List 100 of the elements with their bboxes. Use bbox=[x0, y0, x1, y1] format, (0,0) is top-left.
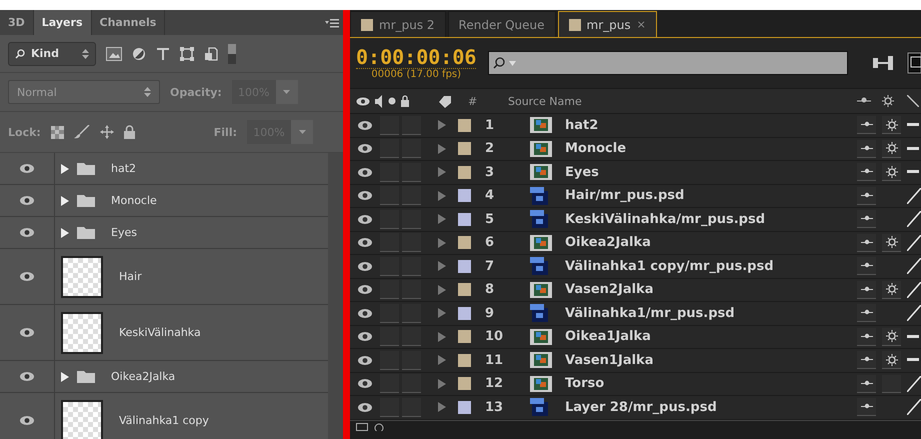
expand-triangle-icon[interactable] bbox=[438, 261, 446, 272]
solo-switch[interactable] bbox=[380, 327, 399, 346]
sun-icon[interactable] bbox=[886, 330, 898, 342]
expand-triangle-icon[interactable] bbox=[438, 190, 446, 201]
expand-triangle-icon[interactable] bbox=[61, 196, 69, 206]
timeline-layer-row[interactable]: 11 Vasen1Jalka bbox=[350, 349, 921, 372]
panel-toggle-icon[interactable] bbox=[356, 422, 368, 430]
shy-icon[interactable] bbox=[860, 332, 872, 340]
timeline-layer-row[interactable]: 10 Oikea1Jalka bbox=[350, 326, 921, 349]
layer-row[interactable]: hat2 bbox=[0, 153, 328, 185]
expand-triangle-icon[interactable] bbox=[61, 164, 69, 174]
timeline-layer-row[interactable]: 2 Monocle bbox=[350, 138, 921, 161]
solo-switch[interactable] bbox=[380, 233, 399, 252]
panel-toggle-icon[interactable] bbox=[374, 422, 386, 430]
solo-switch[interactable] bbox=[380, 304, 399, 323]
lock-switch[interactable] bbox=[402, 374, 421, 394]
adjustment-filter-icon[interactable] bbox=[132, 46, 146, 60]
layer-row[interactable]: Monocle bbox=[0, 185, 328, 217]
visibility-eye-icon[interactable] bbox=[357, 120, 373, 131]
lock-switch[interactable] bbox=[402, 350, 421, 370]
timeline-layer-row[interactable]: 9 Välinahka1/mr_pus.psd bbox=[350, 302, 921, 326]
shy-icon[interactable] bbox=[860, 309, 872, 316]
expand-triangle-icon[interactable] bbox=[438, 167, 446, 178]
lock-icon[interactable] bbox=[124, 125, 135, 139]
slash-icon[interactable] bbox=[907, 282, 921, 298]
sun-icon[interactable] bbox=[886, 283, 898, 296]
solo-switch[interactable] bbox=[380, 186, 399, 206]
visibility-eye-icon[interactable] bbox=[357, 143, 373, 154]
shy-icon[interactable] bbox=[860, 144, 872, 152]
shy-icon[interactable] bbox=[860, 286, 872, 293]
label-color-square[interactable] bbox=[458, 377, 471, 390]
label-color-square[interactable] bbox=[458, 142, 471, 156]
solo-switch[interactable] bbox=[380, 280, 399, 300]
label-color-square[interactable] bbox=[458, 400, 471, 414]
layer-row[interactable]: KeskiVälinahka bbox=[0, 305, 328, 361]
slash-icon[interactable] bbox=[907, 211, 921, 228]
sun-icon[interactable] bbox=[886, 118, 898, 131]
slash-icon[interactable] bbox=[907, 376, 921, 392]
lock-switch[interactable] bbox=[402, 233, 421, 252]
composition-tab[interactable]: mr_pus × bbox=[558, 11, 657, 37]
visibility-eye-icon[interactable] bbox=[357, 166, 373, 178]
lock-switch[interactable] bbox=[402, 116, 421, 135]
label-color-square[interactable] bbox=[458, 283, 471, 296]
composition-tab[interactable]: mr_pus 2 bbox=[350, 11, 446, 37]
visibility-eye-icon[interactable] bbox=[357, 308, 373, 319]
visibility-eye-icon[interactable] bbox=[357, 190, 373, 202]
timeline-layer-row[interactable]: 6 Oikea2Jalka bbox=[350, 232, 921, 255]
solo-switch[interactable] bbox=[380, 139, 399, 158]
label-color-square[interactable] bbox=[458, 236, 471, 250]
scrollbar-track[interactable] bbox=[328, 153, 343, 439]
expand-triangle-icon[interactable] bbox=[438, 120, 446, 130]
opacity-dropdown-button[interactable] bbox=[276, 80, 298, 104]
solo-switch[interactable] bbox=[380, 210, 399, 229]
shy-icon[interactable] bbox=[857, 97, 871, 105]
lock-switch[interactable] bbox=[402, 280, 421, 300]
visibility-eye-icon[interactable] bbox=[19, 271, 35, 282]
panel-tab[interactable]: Layers bbox=[34, 10, 92, 35]
panel-menu-icon[interactable] bbox=[325, 18, 339, 28]
visibility-eye-icon[interactable] bbox=[357, 284, 373, 296]
visibility-eye-icon[interactable] bbox=[357, 378, 373, 390]
lock-switch[interactable] bbox=[402, 162, 421, 182]
slash-icon[interactable] bbox=[907, 234, 921, 251]
dash-icon[interactable] bbox=[907, 334, 919, 339]
sun-icon[interactable] bbox=[886, 142, 898, 154]
solo-switch[interactable] bbox=[380, 350, 399, 370]
timeline-layer-row[interactable]: 8 Vasen2Jalka bbox=[350, 278, 921, 302]
visibility-eye-icon[interactable] bbox=[19, 415, 35, 426]
image-filter-icon[interactable] bbox=[106, 46, 122, 60]
lock-switch[interactable] bbox=[402, 304, 421, 323]
visibility-eye-icon[interactable] bbox=[19, 327, 35, 338]
timeline-layer-row[interactable]: 13 Layer 28/mr_pus.psd bbox=[350, 396, 921, 420]
expand-triangle-icon[interactable] bbox=[438, 238, 446, 248]
shy-icon[interactable] bbox=[860, 215, 872, 222]
expand-triangle-icon[interactable] bbox=[438, 402, 446, 412]
timeline-layer-row[interactable]: 3 Eyes bbox=[350, 161, 921, 184]
speaker-icon[interactable] bbox=[375, 94, 383, 108]
shy-icon[interactable] bbox=[860, 238, 872, 246]
lock-switch[interactable] bbox=[402, 398, 421, 417]
timeline-layer-row[interactable]: 4 Hair/mr_pus.psd bbox=[350, 184, 921, 208]
slash-icon[interactable] bbox=[907, 95, 919, 107]
layer-row[interactable]: Hair bbox=[0, 249, 328, 305]
label-color-square[interactable] bbox=[458, 330, 471, 344]
slash-icon[interactable] bbox=[907, 188, 921, 204]
solo-switch[interactable] bbox=[380, 398, 399, 417]
slash-icon[interactable] bbox=[907, 258, 921, 274]
shy-icon[interactable] bbox=[860, 168, 872, 176]
timeline-layer-row[interactable]: 1 hat2 bbox=[350, 114, 921, 138]
solo-switch[interactable] bbox=[380, 162, 399, 182]
slash-icon[interactable] bbox=[907, 399, 921, 416]
lock-icon[interactable] bbox=[401, 95, 409, 107]
type-filter-icon[interactable] bbox=[156, 46, 170, 60]
visibility-eye-icon[interactable] bbox=[357, 331, 373, 342]
filter-kind-select[interactable]: Kind bbox=[8, 42, 96, 66]
panel-tab[interactable]: Channels bbox=[92, 10, 166, 35]
solo-switch[interactable] bbox=[380, 374, 399, 394]
filter-toggle-icon[interactable] bbox=[228, 44, 236, 64]
timeline-layer-row[interactable]: 5 KeskiVälinahka/mr_pus.psd bbox=[350, 208, 921, 232]
search-field[interactable] bbox=[488, 51, 848, 75]
composition-tab[interactable]: Render Queue bbox=[448, 11, 556, 37]
lock-switch[interactable] bbox=[402, 186, 421, 206]
